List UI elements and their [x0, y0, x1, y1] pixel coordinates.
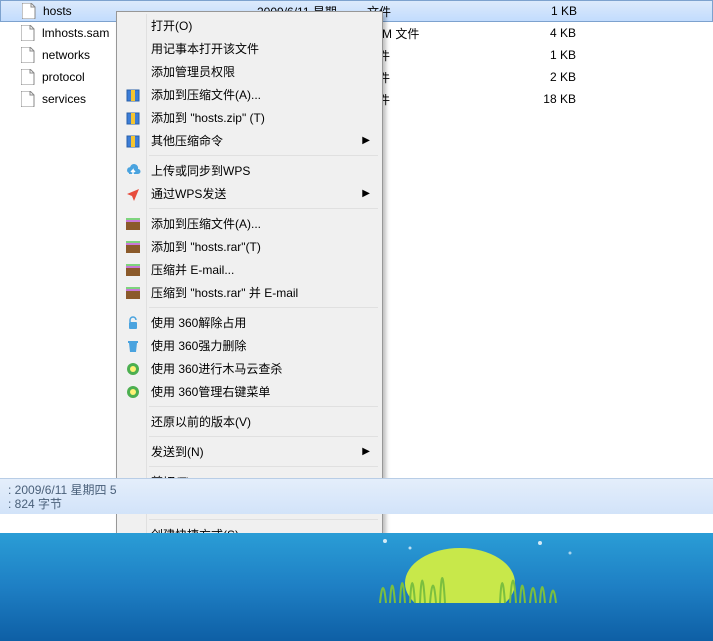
menu-separator: [149, 519, 378, 520]
menu-open[interactable]: 打开(O): [119, 14, 380, 37]
menu-separator: [149, 466, 378, 467]
cloud-upload-icon: [124, 162, 142, 180]
taskbar-decoration: [370, 533, 713, 603]
menu-add-admin[interactable]: 添加管理员权限: [119, 60, 380, 83]
360-menu-icon: [124, 383, 142, 401]
menu-open-notepad[interactable]: 用记事本打开该文件: [119, 37, 380, 60]
menu-add-hosts-zip[interactable]: 添加到 "hosts.zip" (T): [119, 106, 380, 129]
menu-upload-wps[interactable]: 上传或同步到WPS: [119, 159, 380, 182]
file-name: lmhosts.sam: [42, 26, 109, 40]
menu-separator: [149, 307, 378, 308]
menu-360-unlock[interactable]: 使用 360解除占用: [119, 311, 380, 334]
archive-icon: [124, 109, 142, 127]
send-icon: [124, 185, 142, 203]
archive-icon: [124, 86, 142, 104]
file-icon: [20, 47, 36, 63]
winrar-icon: [124, 238, 142, 256]
file-size: 4 KB: [506, 26, 586, 40]
menu-separator: [149, 406, 378, 407]
360-unlock-icon: [124, 314, 142, 332]
winrar-icon: [124, 284, 142, 302]
file-size: 1 KB: [506, 48, 586, 62]
file-icon: [20, 69, 36, 85]
winrar-icon: [124, 261, 142, 279]
menu-send-wps[interactable]: 通过WPS发送 ▶: [119, 182, 380, 205]
file-icon: [21, 3, 37, 19]
menu-compress-rar-email[interactable]: 压缩到 "hosts.rar" 并 E-mail: [119, 281, 380, 304]
winrar-icon: [124, 215, 142, 233]
menu-360-context-manage[interactable]: 使用 360管理右键菜单: [119, 380, 380, 403]
360-delete-icon: [124, 337, 142, 355]
menu-restore-previous[interactable]: 还原以前的版本(V): [119, 410, 380, 433]
menu-separator: [149, 436, 378, 437]
file-type: 文件: [366, 47, 506, 64]
menu-add-archive-rar[interactable]: 添加到压缩文件(A)...: [119, 212, 380, 235]
file-type: SAM 文件: [366, 25, 506, 42]
360-shield-icon: [124, 360, 142, 378]
status-bar: : 2009/6/11 星期四 5 : 824 字节: [0, 478, 713, 514]
taskbar: [0, 533, 713, 641]
status-line: : 824 字节: [8, 497, 705, 511]
file-size: 2 KB: [506, 70, 586, 84]
menu-add-archive[interactable]: 添加到压缩文件(A)...: [119, 83, 380, 106]
status-line: : 2009/6/11 星期四 5: [8, 483, 705, 497]
submenu-arrow-icon: ▶: [362, 135, 370, 146]
file-name: services: [42, 92, 86, 106]
menu-send-to[interactable]: 发送到(N) ▶: [119, 440, 380, 463]
file-type: 文件: [366, 69, 506, 86]
file-type: 文件: [366, 91, 506, 108]
submenu-arrow-icon: ▶: [362, 188, 370, 199]
archive-icon: [124, 132, 142, 150]
menu-360-force-delete[interactable]: 使用 360强力删除: [119, 334, 380, 357]
menu-add-hosts-rar[interactable]: 添加到 "hosts.rar"(T): [119, 235, 380, 258]
file-type: 文件: [367, 3, 507, 20]
menu-360-trojan-scan[interactable]: 使用 360进行木马云查杀: [119, 357, 380, 380]
menu-compress-email[interactable]: 压缩并 E-mail...: [119, 258, 380, 281]
file-name: hosts: [43, 4, 72, 18]
menu-other-archive[interactable]: 其他压缩命令 ▶: [119, 129, 380, 152]
submenu-arrow-icon: ▶: [362, 446, 370, 457]
menu-separator: [149, 208, 378, 209]
file-size: 18 KB: [506, 92, 586, 106]
file-icon: [20, 91, 36, 107]
file-icon: [20, 25, 36, 41]
file-size: 1 KB: [507, 4, 587, 18]
file-name: networks: [42, 48, 90, 62]
file-name: protocol: [42, 70, 85, 84]
menu-separator: [149, 155, 378, 156]
